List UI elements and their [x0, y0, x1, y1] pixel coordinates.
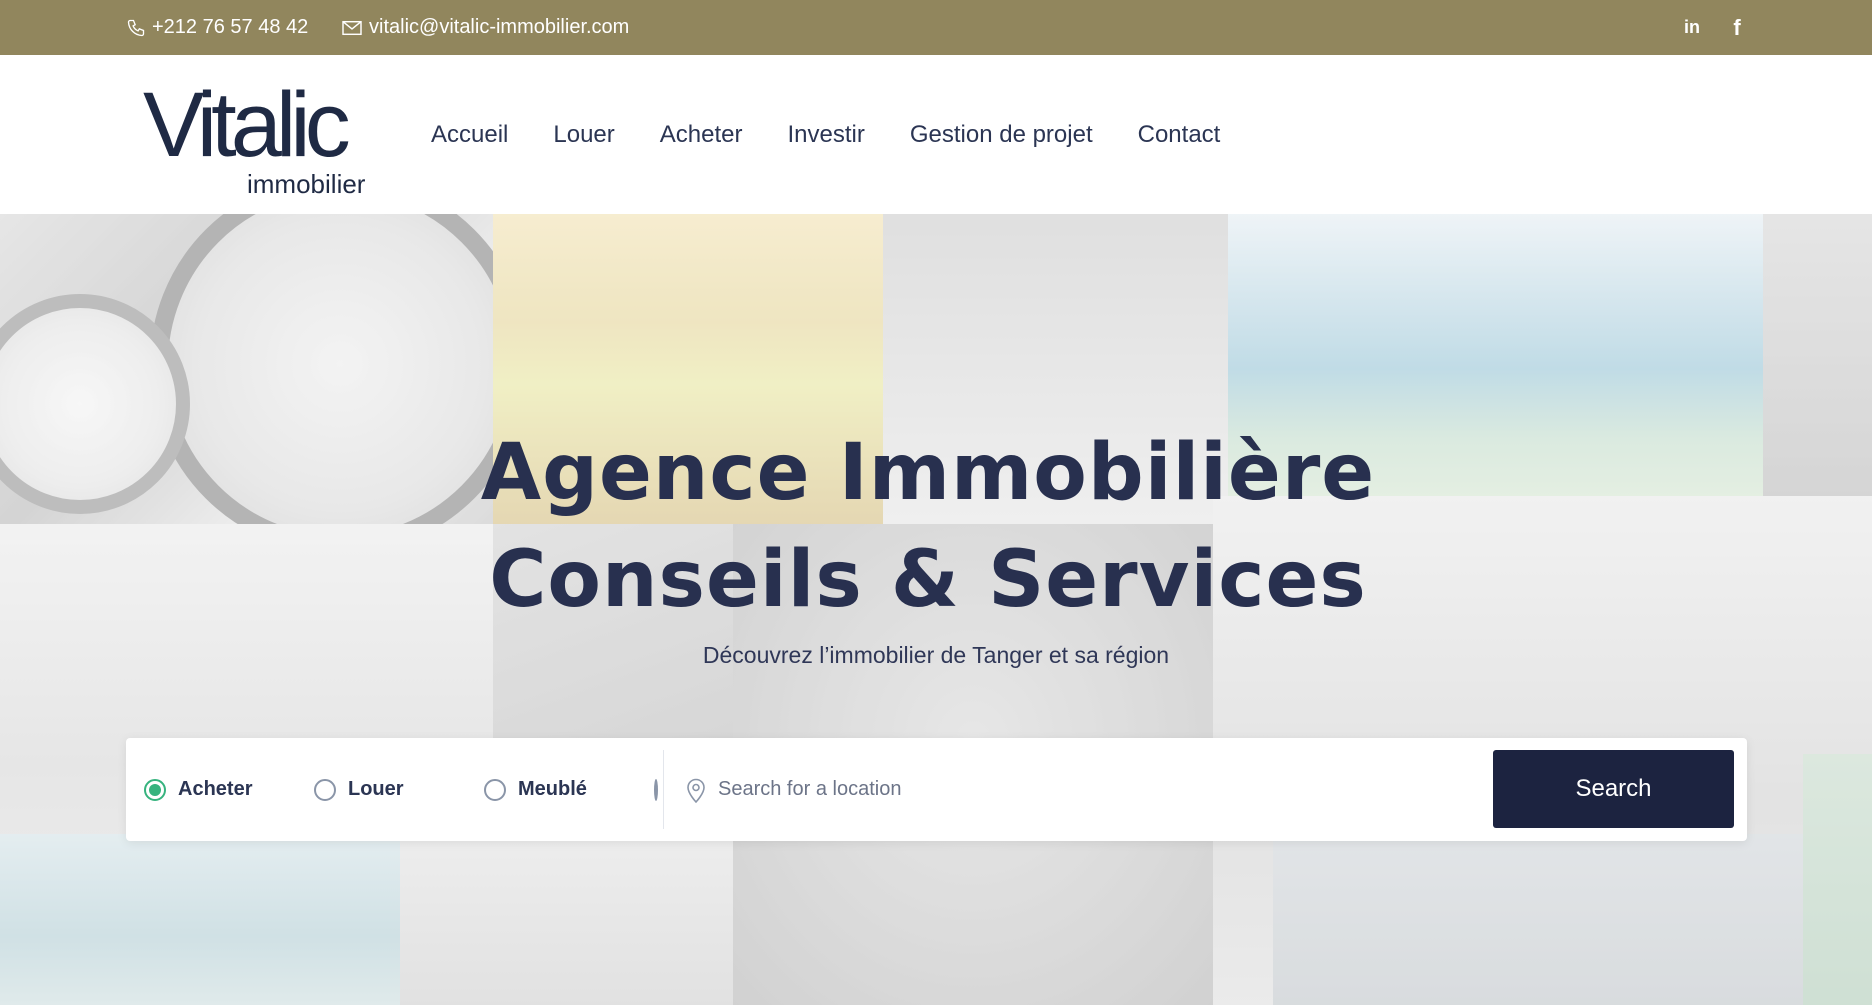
- search-button[interactable]: Search: [1493, 750, 1734, 828]
- radio-checked-icon: [144, 778, 166, 801]
- phone-icon: [127, 19, 145, 36]
- search-divider: [663, 750, 664, 829]
- radio-meuble[interactable]: Meublé: [484, 738, 587, 841]
- hero-section: Agence Immobilière Conseils & Services D…: [0, 214, 1872, 1005]
- nav-item-investir[interactable]: Investir: [787, 121, 864, 149]
- nav-item-contact[interactable]: Contact: [1138, 121, 1221, 149]
- site-header: Vitalic immobilier Accueil Louer Acheter…: [0, 55, 1872, 214]
- phone-number: +212 76 57 48 42: [152, 16, 309, 38]
- radio-louer[interactable]: Louer: [314, 738, 404, 841]
- site-logo[interactable]: Vitalic immobilier: [143, 74, 373, 199]
- nav-item-acheter[interactable]: Acheter: [660, 121, 743, 149]
- radio-partial[interactable]: [654, 738, 662, 841]
- radio-unchecked-icon: [654, 778, 658, 801]
- radio-label: Acheter: [178, 778, 253, 800]
- hero-title: Conseils & Services: [489, 535, 1367, 625]
- top-bar: +212 76 57 48 42 vitalic@vitalic-immobil…: [0, 0, 1872, 55]
- hero-subtitle: Découvrez l’immobilier de Tanger et sa r…: [702, 642, 1170, 668]
- facebook-icon[interactable]: f: [1723, 0, 1751, 55]
- logo-tagline: immobilier: [247, 169, 366, 199]
- radio-unchecked-icon: [314, 778, 336, 801]
- main-nav: Accueil Louer Acheter Investir Gestion d…: [431, 55, 1265, 214]
- map-pin-icon: [687, 778, 705, 803]
- email-contact[interactable]: vitalic@vitalic-immobilier.com: [341, 0, 629, 55]
- envelope-icon: [342, 20, 362, 35]
- property-search-bar: Acheter Louer Meublé Search: [126, 738, 1747, 841]
- radio-unchecked-icon: [484, 778, 506, 801]
- linkedin-icon[interactable]: in: [1678, 0, 1706, 55]
- nav-item-gestion-de-projet[interactable]: Gestion de projet: [910, 121, 1093, 149]
- hero-title: Agence Immobilière: [480, 428, 1376, 518]
- nav-item-louer[interactable]: Louer: [553, 121, 614, 149]
- phone-contact[interactable]: +212 76 57 48 42: [126, 0, 308, 55]
- location-search-input[interactable]: [718, 778, 1278, 801]
- radio-acheter[interactable]: Acheter: [144, 738, 252, 841]
- radio-label: Louer: [348, 778, 404, 800]
- logo-brand: Vitalic: [143, 74, 351, 176]
- email-address: vitalic@vitalic-immobilier.com: [369, 16, 630, 38]
- location-field[interactable]: [686, 738, 1326, 841]
- nav-item-accueil[interactable]: Accueil: [431, 121, 508, 149]
- radio-label: Meublé: [518, 778, 587, 800]
